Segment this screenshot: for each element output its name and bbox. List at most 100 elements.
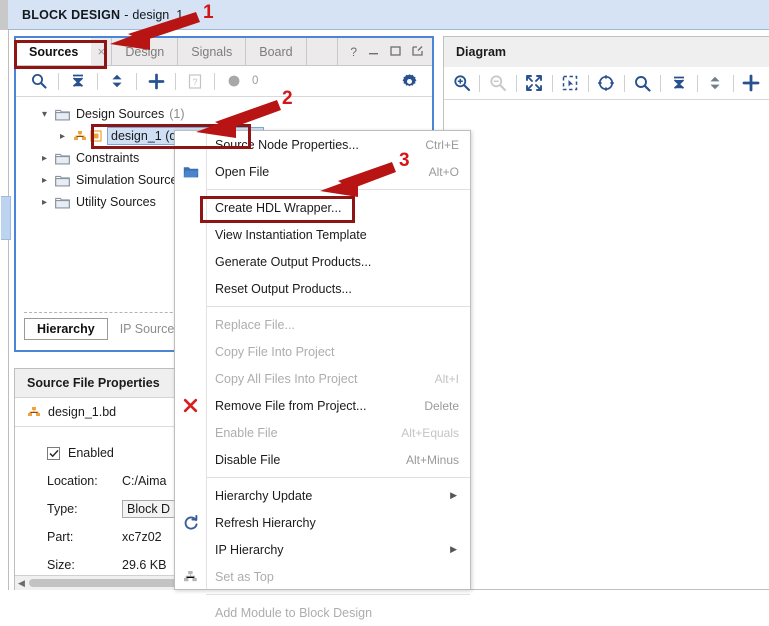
status-count: 0 [252,75,259,87]
menu-item-shortcut: Alt+I [434,371,459,386]
chevron-right-icon[interactable]: ▸ [42,197,55,208]
toolbar-divider [175,72,176,90]
add-sources-icon[interactable] [141,69,171,93]
collapse-all-icon[interactable] [665,71,692,95]
tab-signals-label: Signals [191,44,233,59]
menu-item-remove-file-from-project[interactable]: Remove File from Project... Delete [175,392,470,419]
toolbar-divider [732,74,734,92]
folder-icon [55,108,70,121]
menu-item-label: Source Node Properties... [215,137,359,152]
tabbar-spacer [307,38,339,65]
block-design-titlebar: BLOCK DESIGN - design_1 [8,0,769,30]
expand-all-icon[interactable] [102,69,132,93]
tree-item-label: Design Sources [76,107,165,121]
enabled-checkbox[interactable] [47,446,60,460]
zoom-area-icon[interactable] [557,71,584,95]
toolbar-divider [136,72,137,90]
expand-all-icon[interactable] [701,71,728,95]
help-icon[interactable]: ? [350,46,357,58]
menu-item-label: Remove File from Project... [215,398,367,413]
tab-board[interactable]: Board [246,38,307,65]
collapsed-side-tab[interactable] [1,196,11,240]
source-context-menu[interactable]: Source Node Properties... Ctrl+E Open Fi… [174,130,471,620]
float-window-icon[interactable] [412,45,423,58]
property-value: xc7z02 [122,530,162,544]
tree-item-design-sources[interactable]: ▾ Design Sources (1) [16,103,432,125]
menu-item-ip-hierarchy[interactable]: IP Hierarchy ▶ [175,536,470,563]
refit-icon[interactable] [593,71,620,95]
tab-board-label: Board [259,44,293,59]
svg-text:?: ? [192,77,197,87]
property-label: Size: [47,558,75,572]
zoom-in-icon[interactable] [448,71,475,95]
menu-item-reset-output-products[interactable]: Reset Output Products... [175,275,470,302]
refresh-icon [175,514,206,531]
tab-signals[interactable]: Signals [178,38,247,65]
menu-item-label: Add Module to Block Design [215,605,373,620]
collapse-all-icon[interactable] [63,69,93,93]
menu-items: Source Node Properties... Ctrl+E Open Fi… [175,131,470,626]
annotation-number-3: 3 [399,150,410,171]
scroll-left-icon[interactable]: ◀ [15,578,28,589]
scrollbar-thumb[interactable] [29,579,179,587]
folder-icon [55,196,70,209]
submenu-arrow-icon: ▶ [450,544,457,554]
property-value: 29.6 KB [122,558,167,572]
tree-item-label: Constraints [76,151,140,165]
menu-item-shortcut: Ctrl+E [425,137,459,152]
status-dot-icon [219,69,249,93]
menu-item-label: Enable File [215,425,278,440]
menu-item-hierarchy-update[interactable]: Hierarchy Update ▶ [175,482,470,509]
toolbar-divider [58,72,59,90]
sources-footer-tabs: Hierarchy IP Sources [24,318,193,340]
menu-item-label: Hierarchy Update [215,488,313,503]
menu-item-copy-file-into-project: Copy File Into Project [175,338,470,365]
close-icon[interactable]: × [91,38,113,65]
menu-item-enable-file: Enable File Alt+Equals [175,419,470,446]
submenu-arrow-icon: ▶ [450,490,457,500]
tree-item-count: (1) [169,107,185,121]
tab-hierarchy[interactable]: Hierarchy [24,318,108,340]
tab-design[interactable]: Design [112,38,179,65]
property-value: C:/Aima [122,474,167,488]
gear-icon[interactable] [394,69,424,93]
zoom-out-icon [484,71,511,95]
annotation-number-1: 1 [203,2,214,23]
toolbar-divider [479,74,481,92]
chevron-right-icon[interactable]: ▸ [60,131,73,142]
folder-icon [55,152,70,165]
menu-item-open-file[interactable]: Open File Alt+O [175,158,470,185]
menu-item-view-instantiation-template[interactable]: View Instantiation Template [175,221,470,248]
diagram-panel: Diagram [443,36,769,590]
menu-item-source-node-properties[interactable]: Source Node Properties... Ctrl+E [175,131,470,158]
page-title-name: design_1 [132,7,184,22]
menu-item-create-hdl-wrapper[interactable]: Create HDL Wrapper... [175,194,470,221]
menu-item-label: Refresh Hierarchy [215,515,316,530]
menu-item-disable-file[interactable]: Disable File Alt+Minus [175,446,470,473]
menu-item-shortcut: Alt+O [428,164,459,179]
toolbar-divider [624,74,626,92]
maximize-icon[interactable] [390,45,401,58]
menu-item-label: Set as Top [215,569,274,584]
search-icon[interactable] [629,71,656,95]
fit-screen-icon[interactable] [520,71,547,95]
chevron-down-icon[interactable]: ▾ [42,109,55,120]
menu-item-refresh-hierarchy[interactable]: Refresh Hierarchy [175,509,470,536]
folder-open-icon [175,165,206,179]
page-title-separator: - [124,7,129,22]
menu-item-set-as-top: Set as Top [175,563,470,590]
chevron-right-icon[interactable]: ▸ [42,175,55,186]
menu-item-shortcut: Alt+Minus [405,452,459,467]
tab-sources[interactable]: Sources [16,38,92,65]
menu-item-label: Generate Output Products... [215,254,372,269]
chevron-right-icon[interactable]: ▸ [42,153,55,164]
search-icon[interactable] [24,69,54,93]
set-top-icon [175,570,206,583]
add-ip-icon[interactable] [738,71,765,95]
menu-item-copy-all-files-into-project: Copy All Files Into Project Alt+I [175,365,470,392]
minimize-icon[interactable] [368,46,379,58]
menu-item-label: IP Hierarchy [215,542,284,557]
menu-item-generate-output-products[interactable]: Generate Output Products... [175,248,470,275]
remove-x-icon [175,398,206,413]
menu-item-label: Reset Output Products... [215,281,352,296]
